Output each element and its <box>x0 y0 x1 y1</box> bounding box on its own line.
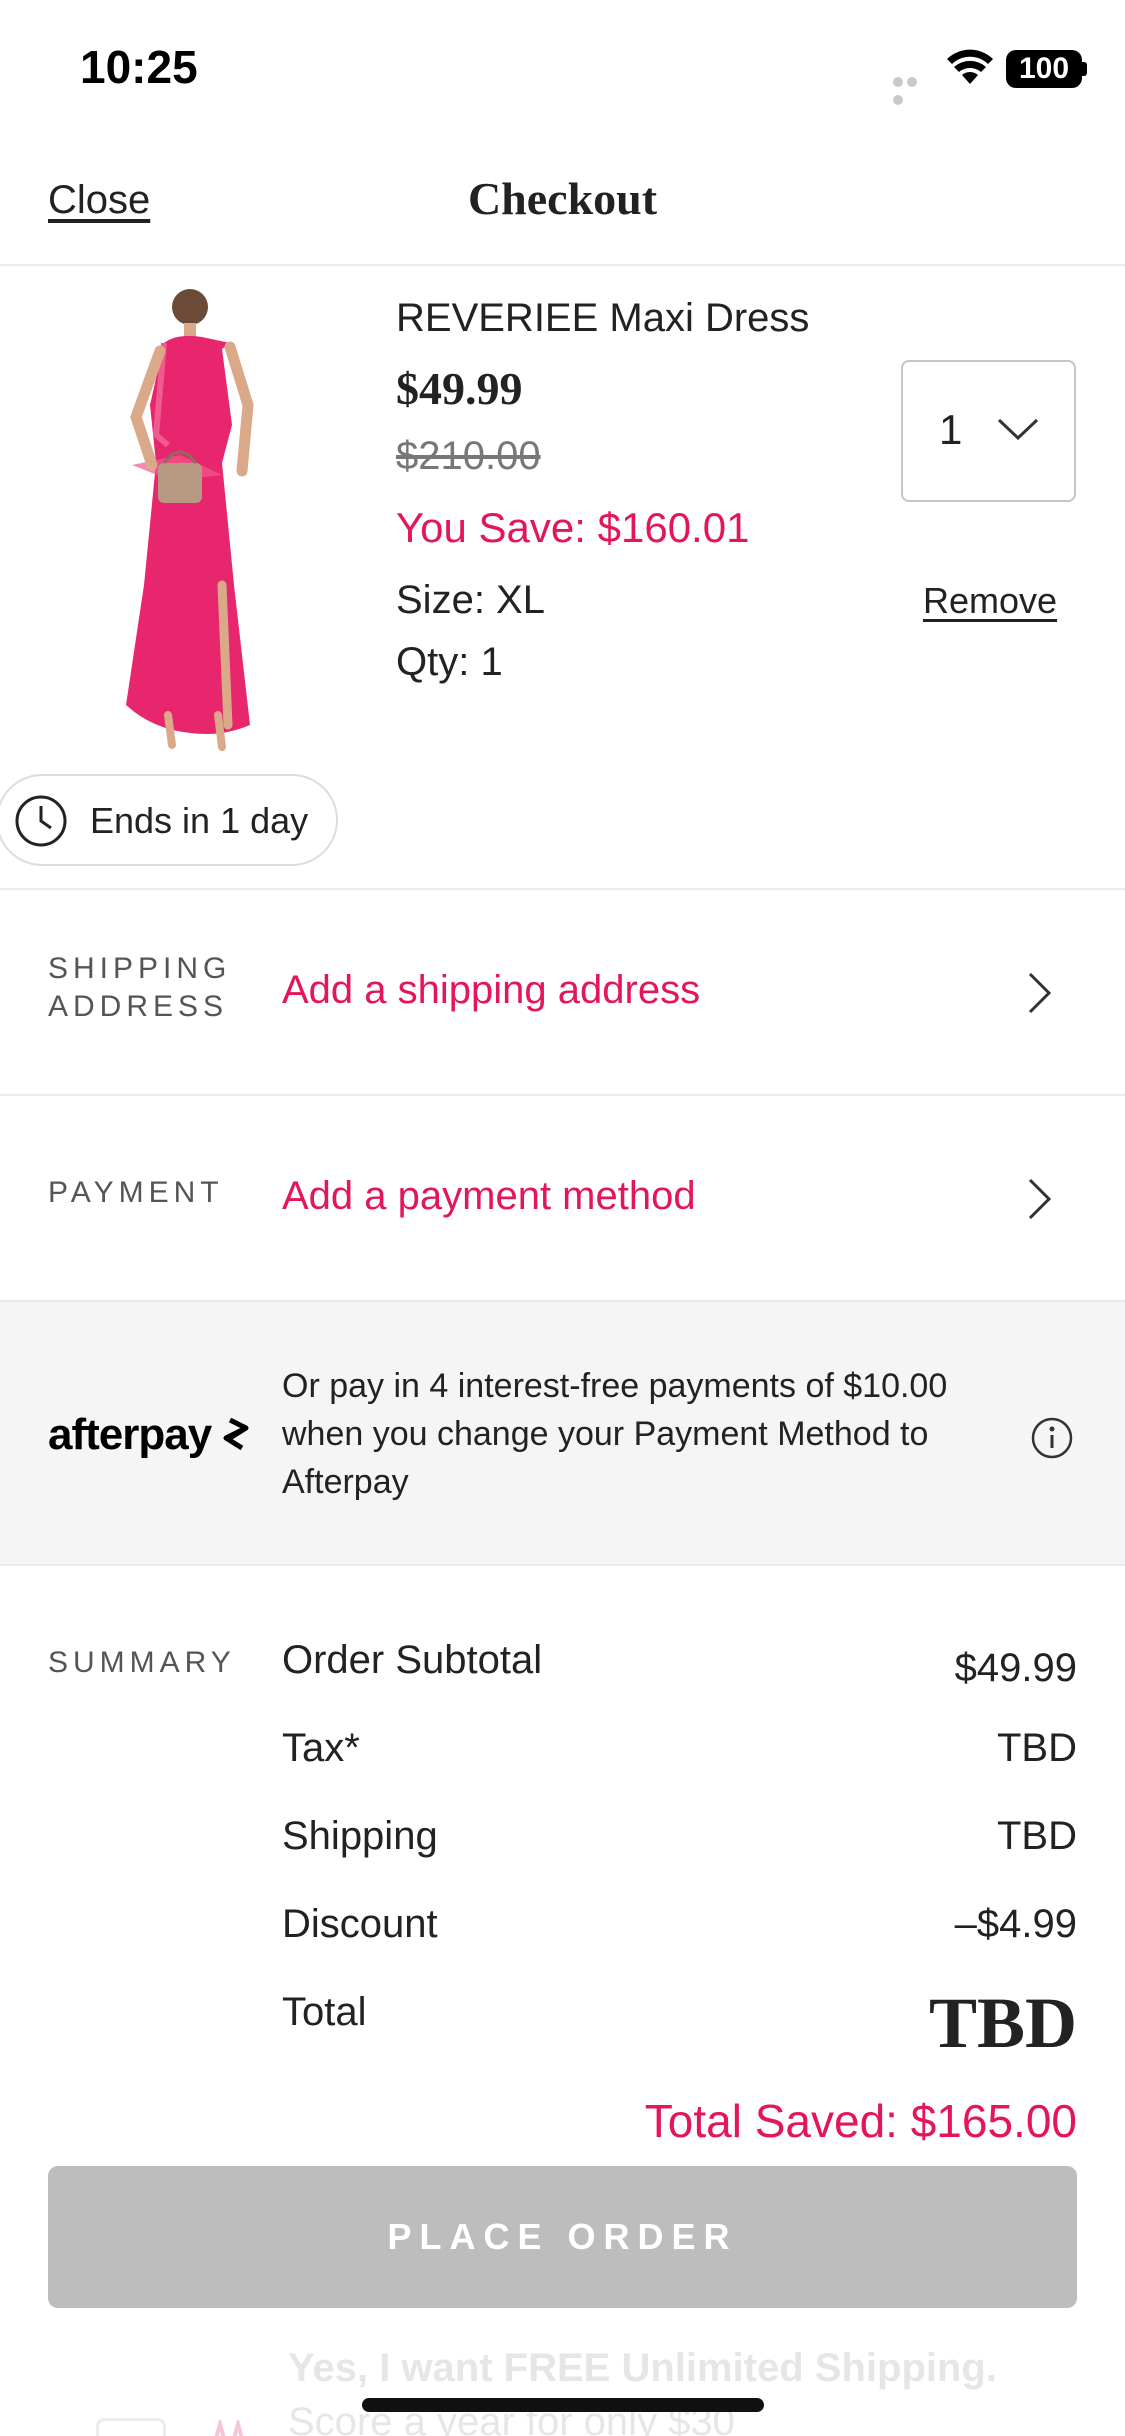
payment-label: PAYMENT <box>48 1176 224 1209</box>
summary-subtotal-value: $49.99 <box>954 1646 1077 1690</box>
afterpay-banner: afterpay Or pay in 4 interest-free payme… <box>0 1300 1125 1566</box>
product-name[interactable]: REVERIEE Maxi Dress <box>396 296 809 341</box>
summary-subtotal-label: Order Subtotal <box>282 1638 543 1682</box>
total-saved: Total Saved: $165.00 <box>644 2095 1077 2147</box>
product-original-price: $210.00 <box>396 434 541 478</box>
header-divider <box>0 264 1125 266</box>
ends-badge: Ends in 1 day <box>0 774 338 866</box>
promo-headline[interactable]: Yes, I want FREE Unlimited Shipping. <box>288 2346 997 2391</box>
status-time: 10:25 <box>80 41 198 93</box>
product-price: $49.99 <box>396 363 523 414</box>
shipping-address-row[interactable]: SHIPPING ADDRESS Add a shipping address <box>0 890 1125 1092</box>
afterpay-message: Or pay in 4 interest-free payments of $1… <box>282 1367 948 1501</box>
quantity-select[interactable]: 1 <box>901 360 1076 502</box>
info-icon[interactable] <box>1030 1416 1074 1460</box>
afterpay-arrows-icon <box>223 1417 249 1451</box>
summary-shipping-value: TBD <box>997 1814 1077 1858</box>
add-payment-method-link: Add a payment method <box>282 1174 696 1218</box>
summary-tax-value: TBD <box>997 1726 1077 1770</box>
clock-icon <box>15 795 67 847</box>
chevron-right-icon <box>1028 972 1052 1014</box>
promo-logo-icon <box>214 2420 244 2436</box>
product-size: Size: XL <box>396 578 545 622</box>
summary-label: SUMMARY <box>48 1646 236 1679</box>
payment-row[interactable]: PAYMENT Add a payment method <box>0 1096 1125 1300</box>
quantity-value: 1 <box>939 406 963 453</box>
place-order-button[interactable]: PLACE ORDER <box>48 2166 1077 2308</box>
summary-total-value: TBD <box>928 1983 1077 2063</box>
remove-button[interactable]: Remove <box>923 580 1057 622</box>
product-image[interactable] <box>72 285 322 755</box>
summary-tax-label: Tax* <box>282 1726 360 1770</box>
chevron-right-icon <box>1028 1178 1052 1220</box>
battery-icon: 100 <box>1006 50 1082 88</box>
product-you-save: You Save: $160.01 <box>396 504 750 551</box>
summary-discount-value: –$4.99 <box>954 1902 1077 1946</box>
wifi-icon <box>947 49 993 84</box>
chevron-down-icon <box>997 418 1039 441</box>
page-title: Checkout <box>467 173 658 224</box>
add-shipping-address-link: Add a shipping address <box>282 968 701 1012</box>
battery-tip <box>1082 62 1087 76</box>
promo-checkbox[interactable] <box>96 2418 166 2436</box>
ends-text: Ends in 1 day <box>90 800 309 841</box>
summary-shipping-label: Shipping <box>282 1814 438 1858</box>
shipping-label: SHIPPING ADDRESS <box>48 952 232 1023</box>
afterpay-logo: afterpay <box>48 1410 212 1459</box>
summary-discount-label: Discount <box>282 1902 438 1946</box>
summary-total-label: Total <box>282 1990 367 2034</box>
product-qty: Qty: 1 <box>396 640 503 684</box>
signal-dots-icon <box>893 74 933 105</box>
home-indicator <box>362 2398 764 2412</box>
